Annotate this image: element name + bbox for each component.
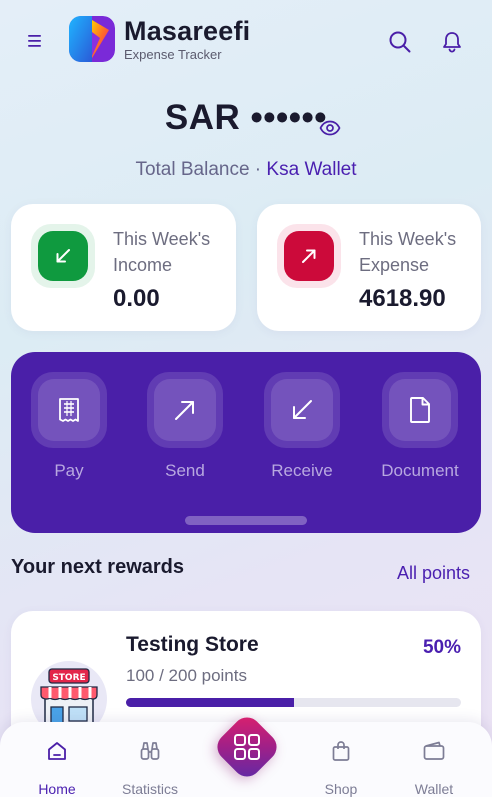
all-points-link[interactable]: All points — [397, 563, 470, 584]
arrow-down-left-icon — [293, 400, 312, 419]
nav-wallet-label: Wallet — [414, 781, 454, 797]
nav-shop-label: Shop — [324, 781, 358, 797]
binoculars-icon — [140, 742, 160, 760]
arrow-up-right-icon — [302, 249, 316, 263]
receive-label: Receive — [271, 461, 333, 480]
nav-home-label: Home — [38, 781, 76, 797]
eye-icon — [319, 120, 341, 136]
income-label: This Week's Income — [113, 229, 211, 275]
reward-progress-fill — [126, 698, 294, 707]
document-action[interactable]: Document — [381, 372, 459, 480]
search-icon — [389, 31, 411, 53]
nav-home[interactable]: Home — [12, 738, 102, 797]
store-name: Testing Store — [126, 633, 259, 656]
panel-drag-handle[interactable] — [185, 516, 307, 525]
balance-label: Total Balance · Ksa Wallet — [0, 159, 492, 181]
menu-button[interactable] — [20, 28, 50, 54]
wallet-icon — [423, 741, 445, 760]
nav-statistics-label: Statistics — [121, 781, 178, 797]
masked-balance: SAR •••••• — [164, 98, 328, 137]
income-value: 0.00 — [113, 285, 160, 312]
pay-label: Pay — [54, 461, 84, 480]
total-balance-text: Total Balance · — [135, 159, 267, 180]
send-label: Send — [165, 461, 205, 480]
app-title: Masareefi — [124, 16, 251, 46]
arrow-down-left-icon — [56, 249, 70, 263]
reward-percent: 50% — [422, 637, 461, 658]
app-tagline: Expense Tracker — [124, 47, 222, 62]
balance-row: SAR •••••• — [0, 98, 492, 138]
nav-statistics[interactable]: Statistics — [105, 738, 195, 797]
pay-action[interactable]: Pay — [31, 372, 107, 480]
menu-icon — [28, 35, 41, 47]
nav-wallet[interactable]: Wallet — [389, 738, 479, 797]
grid-icon — [234, 734, 260, 760]
nav-shop[interactable]: Shop — [296, 738, 386, 797]
expense-label: This Week's Expense — [359, 229, 457, 275]
rewards-title: Your next rewards — [11, 556, 185, 578]
shopping-bag-icon — [332, 741, 350, 761]
reward-points: 100 / 200 points — [126, 666, 247, 685]
app-logo — [69, 16, 115, 62]
toggle-balance-visibility-button[interactable] — [316, 115, 344, 141]
center-menu-button[interactable] — [209, 709, 285, 785]
send-action[interactable]: Send — [147, 372, 223, 480]
income-badge — [31, 224, 95, 288]
document-label: Document — [381, 461, 459, 480]
store-sign-text: STORE — [52, 673, 85, 683]
home-icon — [48, 742, 66, 760]
quick-actions-panel: Pay Send Receive Document — [11, 352, 481, 533]
document-icon — [410, 397, 430, 423]
income-card[interactable]: This Week's Income 0.00 — [11, 204, 236, 331]
notifications-button[interactable] — [437, 26, 467, 58]
search-button[interactable] — [384, 26, 416, 58]
arrow-up-right-icon — [175, 401, 194, 420]
wallet-name-link[interactable]: Ksa Wallet — [266, 159, 356, 180]
receive-action[interactable]: Receive — [264, 372, 340, 480]
receipt-icon — [59, 398, 79, 422]
bell-icon — [443, 32, 461, 53]
reward-progress-bar — [126, 698, 461, 707]
expense-card[interactable]: This Week's Expense 4618.90 — [257, 204, 481, 331]
expense-badge — [277, 224, 341, 288]
expense-value: 4618.90 — [359, 285, 446, 312]
